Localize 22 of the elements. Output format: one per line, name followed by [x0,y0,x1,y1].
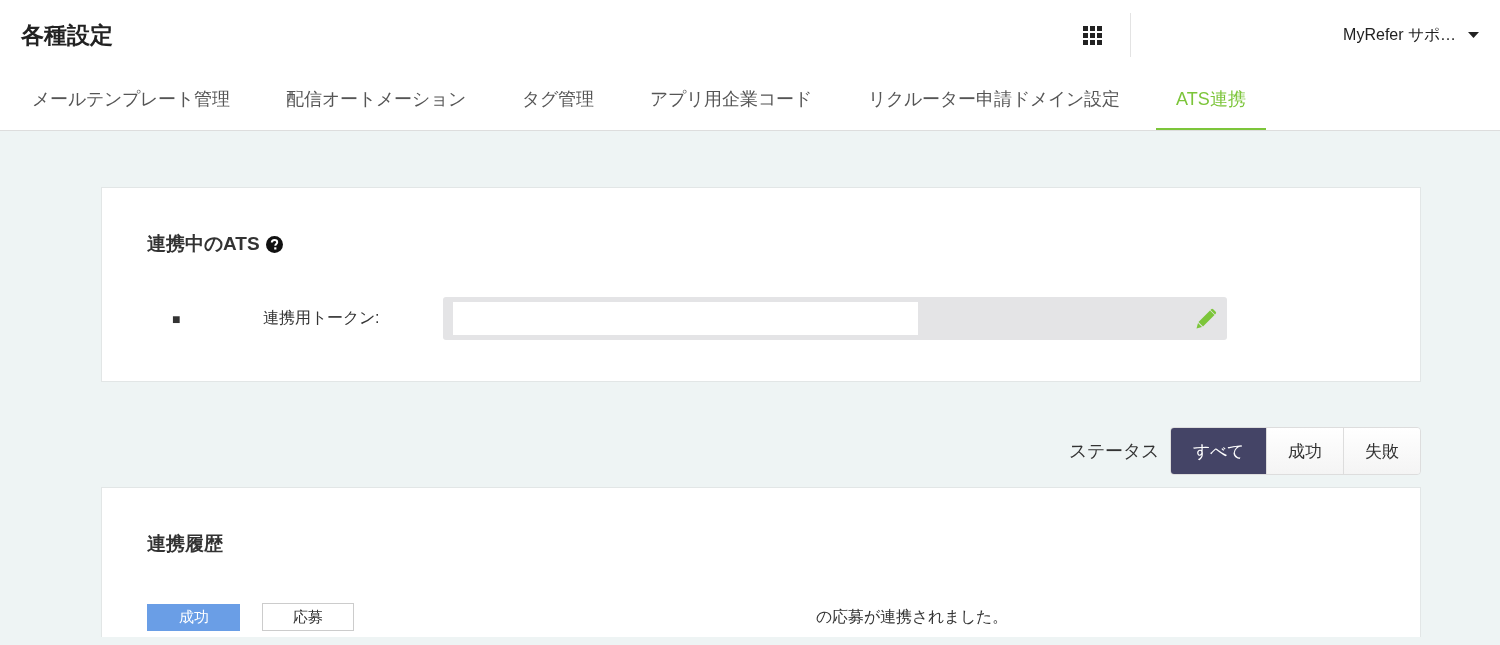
token-input[interactable] [453,302,918,335]
status-filter-button[interactable]: すべて [1171,428,1266,474]
status-filter-button[interactable]: 失敗 [1343,428,1420,474]
token-label: 連携用トークン: [263,308,381,328]
type-badge: 応募 [262,603,354,631]
card-title: 連携履歴 [147,532,223,556]
tab[interactable]: 配信オートメーション [266,70,486,130]
app-grid-icon[interactable] [1083,25,1103,45]
filter-label: ステータス [1069,440,1159,463]
page-title: 各種設定 [21,20,113,50]
tab[interactable]: メールテンプレート管理 [12,70,250,130]
history-message: の応募が連携されました。 [816,606,1008,627]
status-badge: 成功 [147,603,240,631]
tab[interactable]: リクルーター申請ドメイン設定 [848,70,1140,130]
caret-icon [1468,32,1479,38]
card-title: 連携中のATS [147,232,260,256]
help-icon[interactable] [265,235,283,253]
tab[interactable]: タグ管理 [502,70,614,130]
user-menu[interactable]: MyRefer サポ… [1343,24,1479,46]
status-filter-button[interactable]: 成功 [1266,428,1343,474]
tab[interactable]: アプリ用企業コード [630,70,832,130]
bullet: ■ [171,310,182,327]
